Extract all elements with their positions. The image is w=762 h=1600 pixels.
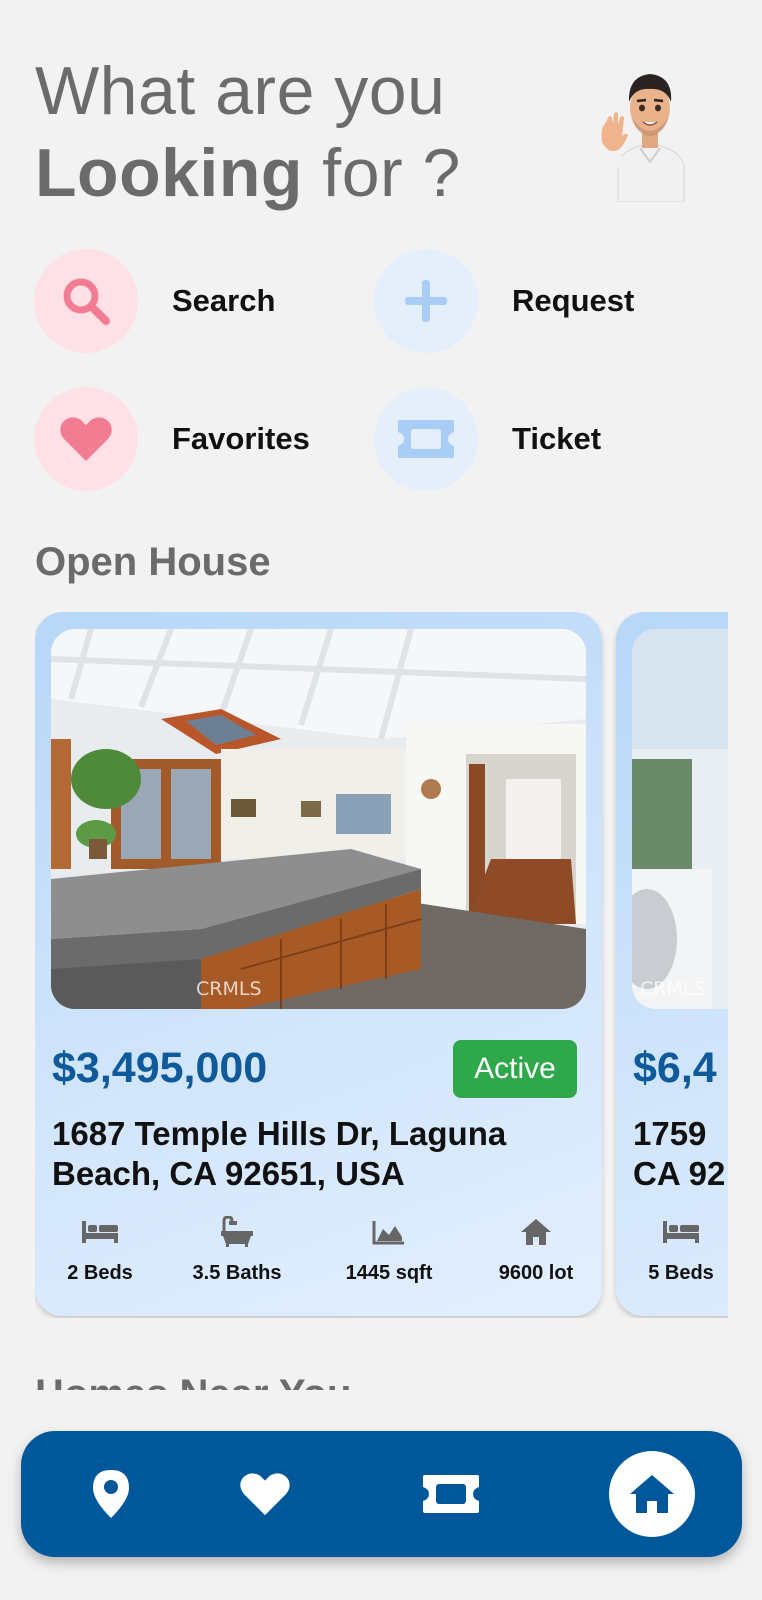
area-chart-icon — [372, 1221, 404, 1245]
heart-icon — [60, 417, 112, 461]
heart-icon — [240, 1473, 290, 1516]
search-action[interactable]: Search — [34, 249, 275, 353]
bottom-nav — [21, 1431, 742, 1557]
title-line-2: Looking for ? — [35, 132, 461, 214]
listing-photo[interactable]: CRMLS — [51, 629, 586, 1009]
listing-price: $6,4 — [633, 1044, 717, 1092]
nav-tickets[interactable] — [408, 1451, 494, 1537]
ticket-icon-circle[interactable] — [374, 387, 478, 491]
ticket-icon — [398, 420, 454, 458]
page-title: What are you Looking for ? — [35, 50, 461, 214]
bed-icon — [663, 1221, 699, 1243]
listing-price: $3,495,000 — [52, 1044, 268, 1092]
house-icon — [521, 1219, 551, 1245]
bed-icon — [82, 1221, 118, 1243]
plus-icon — [405, 280, 447, 322]
beds-feature: 5 Beds — [616, 1212, 728, 1285]
favorites-label[interactable]: Favorites — [172, 421, 310, 457]
favorites-action[interactable]: Favorites — [34, 387, 310, 491]
search-icon — [63, 278, 110, 325]
request-label[interactable]: Request — [512, 283, 634, 319]
nav-favorites[interactable] — [222, 1451, 308, 1537]
listing-address: 1687 Temple Hills Dr, Laguna Beach, CA 9… — [52, 1115, 507, 1192]
open-house-heading: Open House — [35, 540, 271, 584]
lot-feature: 9600 lot — [471, 1212, 601, 1285]
listing-card[interactable]: CRMLS $6,4 1759 CA 92 5 Beds — [616, 612, 728, 1316]
photo-watermark: CRMLS — [196, 978, 262, 1000]
title-bold-word: Looking — [35, 135, 303, 211]
sqft-text: 1445 sqft — [345, 1262, 433, 1284]
listing-photo[interactable]: CRMLS — [632, 629, 728, 1009]
request-icon-circle[interactable] — [374, 249, 478, 353]
nav-map[interactable] — [68, 1451, 154, 1537]
favorites-icon-circle[interactable] — [34, 387, 138, 491]
baths-text: 3.5 Baths — [192, 1262, 282, 1284]
title-rest: for ? — [302, 135, 461, 211]
listing-address: 1759 CA 92 — [633, 1115, 726, 1192]
beds-text: 2 Beds — [67, 1262, 133, 1284]
open-house-carousel[interactable]: CRMLS $3,495,000 Active 1687 Temple Hill… — [35, 612, 728, 1318]
ticket-label[interactable]: Ticket — [512, 421, 601, 457]
lot-text: 9600 lot — [498, 1262, 574, 1284]
baths-feature: 3.5 Baths — [172, 1212, 302, 1285]
nav-home[interactable] — [609, 1451, 695, 1537]
map-pin-icon — [93, 1470, 129, 1518]
title-line-1: What are you — [35, 53, 446, 129]
bathtub-icon — [221, 1216, 253, 1247]
request-action[interactable]: Request — [374, 249, 634, 353]
homes-near-you-heading: Homes Near You — [35, 1372, 351, 1390]
beds-text: 5 Beds — [648, 1262, 714, 1284]
avatar[interactable] — [600, 62, 700, 203]
status-badge: Active — [453, 1040, 577, 1098]
home-icon — [630, 1475, 674, 1513]
ticket-icon — [423, 1475, 479, 1513]
listing-card[interactable]: CRMLS $3,495,000 Active 1687 Temple Hill… — [35, 612, 602, 1316]
sqft-feature: 1445 sqft — [324, 1212, 454, 1285]
photo-watermark: CRMLS — [640, 978, 706, 1000]
search-label[interactable]: Search — [172, 283, 275, 319]
ticket-action[interactable]: Ticket — [374, 387, 601, 491]
search-icon-circle[interactable] — [34, 249, 138, 353]
beds-feature: 2 Beds — [35, 1212, 165, 1285]
